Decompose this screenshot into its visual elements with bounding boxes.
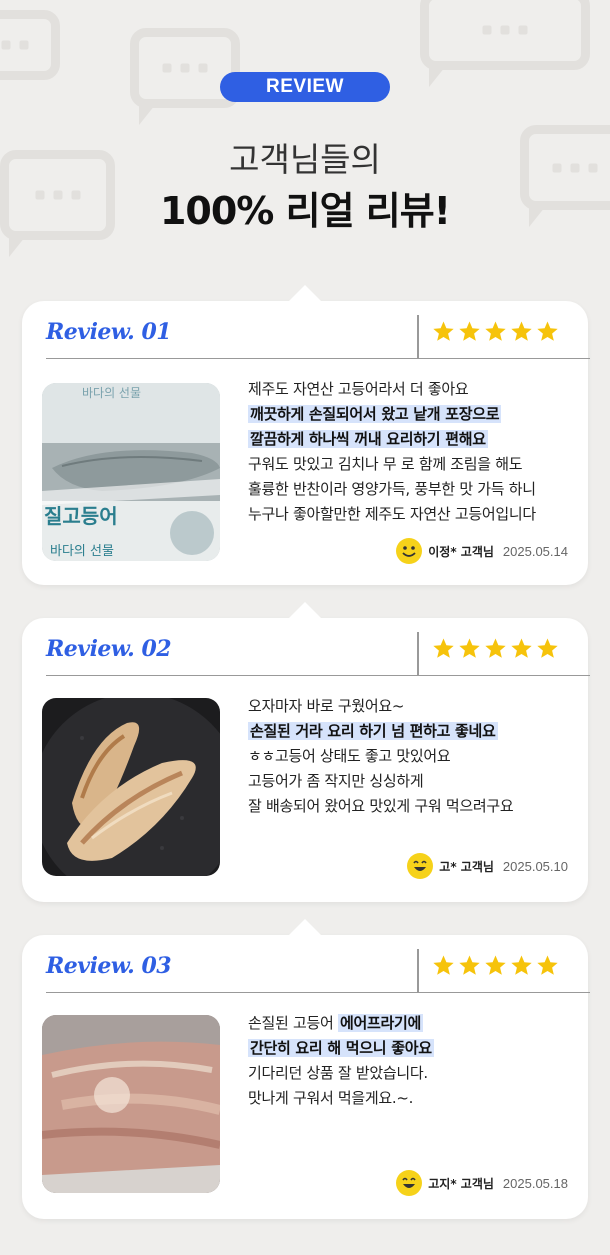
review-date: 2025.05.10 <box>502 858 568 874</box>
author-name: 고* 고객님 <box>439 859 494 874</box>
star-rating <box>432 954 559 977</box>
headline-title: 100% 리얼 리뷰! <box>159 189 451 233</box>
background-speech-bubble-icon <box>420 0 590 87</box>
star-icon <box>511 638 532 658</box>
header-divider <box>417 632 419 676</box>
star-rating <box>432 637 559 660</box>
svg-text:바다의 선물: 바다의 선물 <box>82 386 141 400</box>
star-icon <box>511 955 532 975</box>
review-line: 깨끗하게 손질되어서 왔고 낱개 포장으로 <box>248 405 502 423</box>
review-body: 제주도 자연산 고등어라서 더 좋아요깨끗하게 손질되어서 왔고 낱개 포장으로… <box>248 377 578 527</box>
review-card-header: Review. 01 <box>46 315 590 359</box>
author-name: 이정* 고객님 <box>428 544 494 559</box>
star-icon <box>537 321 558 341</box>
review-title: Review. 02 <box>46 636 172 662</box>
background-speech-bubble-icon <box>0 10 60 80</box>
review-line: 맛나게 구워서 먹을게요.~. <box>248 1089 414 1107</box>
svg-text:바다의 선물: 바다의 선물 <box>50 544 114 559</box>
review-photo[interactable] <box>42 698 220 876</box>
review-line: 제주도 자연산 고등어라서 더 좋아요 <box>248 380 469 398</box>
review-line: 잘 배송되어 왔어요 맛있게 구워 먹으려구요 <box>248 797 514 815</box>
review-title: Review. 01 <box>46 319 172 345</box>
header-divider <box>417 949 419 993</box>
star-icon <box>433 955 454 975</box>
smiley-face-icon <box>396 1170 423 1196</box>
star-icon <box>485 955 506 975</box>
smiley-face-icon <box>407 853 434 879</box>
review-photo[interactable] <box>42 1015 220 1193</box>
star-icon <box>485 638 506 658</box>
review-card: Review. 02 오자마자 바로 구웠어요~ 손질된 거라 요리 하기 넘 편… <box>22 618 590 902</box>
review-line: ㅎㅎ고등어 상태도 좋고 맛있어요 <box>248 747 451 765</box>
review-badge: REVIEW <box>220 72 390 102</box>
headline-subtitle: 고객님들의 <box>229 140 381 179</box>
star-rating <box>432 320 559 343</box>
review-line: 고등어가 좀 작지만 싱싱하게 <box>248 772 424 790</box>
header-divider <box>417 315 419 359</box>
review-line: 손질된 고등어 에어프라기에 <box>248 1014 423 1032</box>
review-card: Review. 01 바다의 선물 질고등어 바다의 선물 제주도 자연산 고등… <box>22 301 590 585</box>
review-line: 간단히 요리 해 먹으니 좋아요 <box>248 1039 434 1057</box>
review-card-header: Review. 03 <box>46 949 590 993</box>
review-author: 이정* 고객님 2025.05.14 <box>395 537 568 565</box>
star-icon <box>459 955 480 975</box>
smiley-face-icon <box>396 538 423 564</box>
review-body: 손질된 고등어 에어프라기에간단히 요리 해 먹으니 좋아요기다리던 상품 잘 … <box>248 1011 578 1111</box>
review-body: 오자마자 바로 구웠어요~ 손질된 거라 요리 하기 넘 편하고 좋네요 ㅎㅎ고등어… <box>248 694 578 819</box>
review-line: 손질된 거라 요리 하기 넘 편하고 좋네요 <box>248 722 498 740</box>
star-icon <box>537 955 558 975</box>
review-date: 2025.05.18 <box>502 1175 568 1191</box>
review-date: 2025.05.14 <box>502 543 568 559</box>
review-title: Review. 03 <box>46 953 172 979</box>
star-icon <box>485 321 506 341</box>
review-line: 훌륭한 반찬이라 영양가득, 풍부한 맛 가득 하니 <box>248 480 536 498</box>
review-author: 고지* 고객님 2025.05.18 <box>395 1169 568 1197</box>
review-line: 구워도 맛있고 김치나 무 로 함께 조림을 해도 <box>248 455 523 473</box>
review-card: Review. 03 손질된 고등어 에어프라기에간단히 요리 해 먹으니 좋아… <box>22 935 590 1219</box>
star-icon <box>459 638 480 658</box>
review-author: 고* 고객님 2025.05.10 <box>406 852 568 880</box>
review-card-header: Review. 02 <box>46 632 590 676</box>
star-icon <box>433 638 454 658</box>
star-icon <box>433 321 454 341</box>
review-photo[interactable]: 바다의 선물 질고등어 바다의 선물 <box>42 383 220 561</box>
star-icon <box>459 321 480 341</box>
star-icon <box>511 321 532 341</box>
author-name: 고지* 고객님 <box>428 1176 494 1191</box>
review-line: 깔끔하게 하나씩 꺼내 요리하기 편해요 <box>248 430 488 448</box>
svg-text:질고등어: 질고등어 <box>44 504 118 528</box>
review-line: 누구나 좋아할만한 제주도 자연산 고등어입니다 <box>248 505 536 523</box>
review-line: 기다리던 상품 잘 받았습니다. <box>248 1064 428 1082</box>
star-icon <box>537 638 558 658</box>
review-line: 오자마자 바로 구웠어요~ <box>248 697 405 715</box>
